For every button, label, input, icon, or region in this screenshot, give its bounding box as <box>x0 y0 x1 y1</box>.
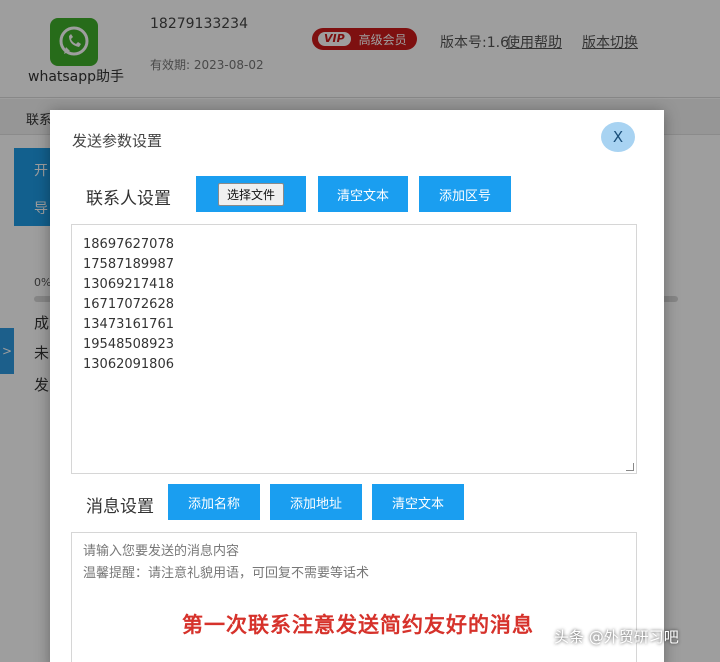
contact-number: 19548508923 <box>83 337 174 352</box>
contacts-section-label: 联系人设置 <box>86 189 171 209</box>
contact-number: 13062091806 <box>83 357 174 372</box>
watermark: 头条 @外贸研习吧 <box>554 628 679 646</box>
choose-file-button[interactable]: 选择文件 <box>217 182 284 206</box>
choose-file-area: 选择文件 <box>196 176 306 212</box>
close-button[interactable]: X <box>601 122 635 152</box>
add-name-button[interactable]: 添加名称 <box>168 484 260 520</box>
annotation-note: 第一次联系注意发送简约友好的消息 <box>182 613 534 637</box>
send-settings-dialog: 发送参数设置 X 联系人设置 选择文件 清空文本 添加区号 1869762707… <box>50 110 664 662</box>
contact-number: 17587189987 <box>83 257 174 272</box>
contact-number: 13473161761 <box>83 317 174 332</box>
clear-message-button[interactable]: 清空文本 <box>372 484 464 520</box>
contact-number: 13069217418 <box>83 277 174 292</box>
clear-contacts-button[interactable]: 清空文本 <box>318 176 408 212</box>
contact-number: 18697627078 <box>83 237 174 252</box>
add-area-code-button[interactable]: 添加区号 <box>419 176 511 212</box>
message-textarea[interactable]: 请输入您要发送的消息内容 温馨提醒：请注意礼貌用语，可回复不需要等话术 第一次联… <box>71 532 637 662</box>
message-placeholder: 请输入您要发送的消息内容 <box>83 544 240 559</box>
message-tip: 温馨提醒：请注意礼貌用语，可回复不需要等话术 <box>83 566 370 581</box>
message-section-label: 消息设置 <box>86 497 154 517</box>
resize-grip-icon[interactable] <box>626 463 634 471</box>
contacts-textarea[interactable]: 18697627078 17587189987 13069217418 1671… <box>71 224 637 474</box>
contact-number: 16717072628 <box>83 297 174 312</box>
add-address-button[interactable]: 添加地址 <box>270 484 362 520</box>
dialog-title: 发送参数设置 <box>72 132 163 150</box>
